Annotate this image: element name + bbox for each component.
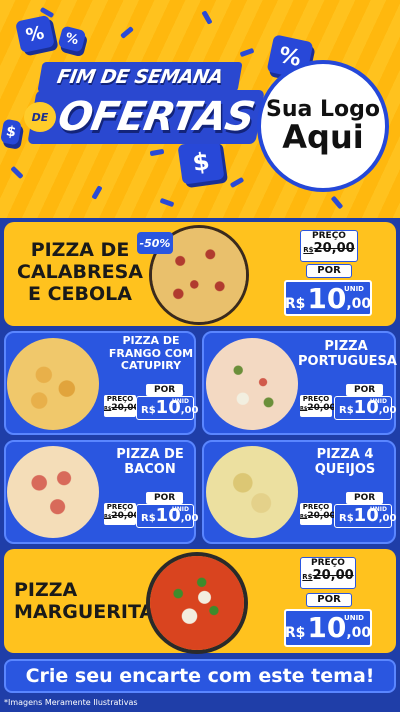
product-name: PIZZA MARGUERITA <box>14 579 155 623</box>
percent-box-icon: % <box>57 25 87 53</box>
logo-line2: Aqui <box>282 117 364 156</box>
footer-note: *Imagens Meramente Ilustrativas <box>4 698 138 707</box>
pizza-image <box>7 446 99 538</box>
confetti-icon <box>201 10 213 25</box>
old-price-box: PREÇO R$20,00 <box>300 230 358 262</box>
pizza-image <box>150 556 244 650</box>
por-label: POR <box>346 384 384 396</box>
confetti-icon <box>91 185 103 200</box>
product-name: PIZZA PORTUGUESA <box>298 339 397 369</box>
product-name: PIZZA DE FRANGO COM CATUPIRY <box>108 334 194 373</box>
title-connector: DE <box>24 102 56 132</box>
confetti-icon <box>159 197 175 208</box>
por-label: POR <box>346 492 384 504</box>
confetti-icon <box>229 176 245 189</box>
discount-badge: -50% <box>137 232 173 254</box>
por-label: POR <box>146 492 184 504</box>
title-top: FIM DE SEMANA <box>37 62 243 92</box>
product-name: PIZZA 4 QUEIJOS <box>314 447 376 477</box>
por-label: POR <box>146 384 184 396</box>
new-price-box: R$10,00 UNID <box>136 396 198 420</box>
confetti-icon <box>239 47 255 58</box>
offer-title: FIM DE SEMANA OFERTAS DE <box>18 62 265 152</box>
pizza-image <box>206 338 298 430</box>
old-price-box: PREÇO R$20,00 <box>300 503 336 525</box>
new-price-box: R$10,00 UNID <box>136 504 198 528</box>
old-price-box: PREÇO R$20,00 <box>300 395 336 417</box>
new-price-box: R$ 10 ,00 UNID <box>284 609 372 647</box>
por-label: POR <box>306 593 352 607</box>
new-price-box: R$10,00 UNID <box>334 504 396 528</box>
confetti-icon <box>10 165 24 180</box>
percent-box-icon: % <box>15 14 55 54</box>
header-banner: % % % $ $ FIM DE SEMANA OFERTAS DE Sua L… <box>0 0 400 218</box>
cta-banner: Crie seu encarte com este tema! <box>4 659 396 693</box>
old-price-box: PREÇO R$20,00 <box>104 503 140 525</box>
pizza-image <box>206 446 298 538</box>
pizza-image <box>7 338 99 430</box>
product-name: PIZZA DE BACON <box>116 447 184 477</box>
new-price-box: R$ 10 ,00 UNID <box>284 280 372 316</box>
old-price-box: PREÇO R$20,00 <box>300 557 356 589</box>
product-name: PIZZA DE CALABRESA E CEBOLA <box>17 239 143 305</box>
confetti-icon <box>120 26 134 39</box>
old-price-box: PREÇO R$20,00 <box>104 395 140 417</box>
logo-placeholder: Sua Logo Aqui <box>257 60 389 192</box>
confetti-icon <box>330 195 344 210</box>
title-main: OFERTAS <box>27 90 265 144</box>
por-label: POR <box>306 264 352 278</box>
new-price-box: R$10,00 UNID <box>334 396 396 420</box>
